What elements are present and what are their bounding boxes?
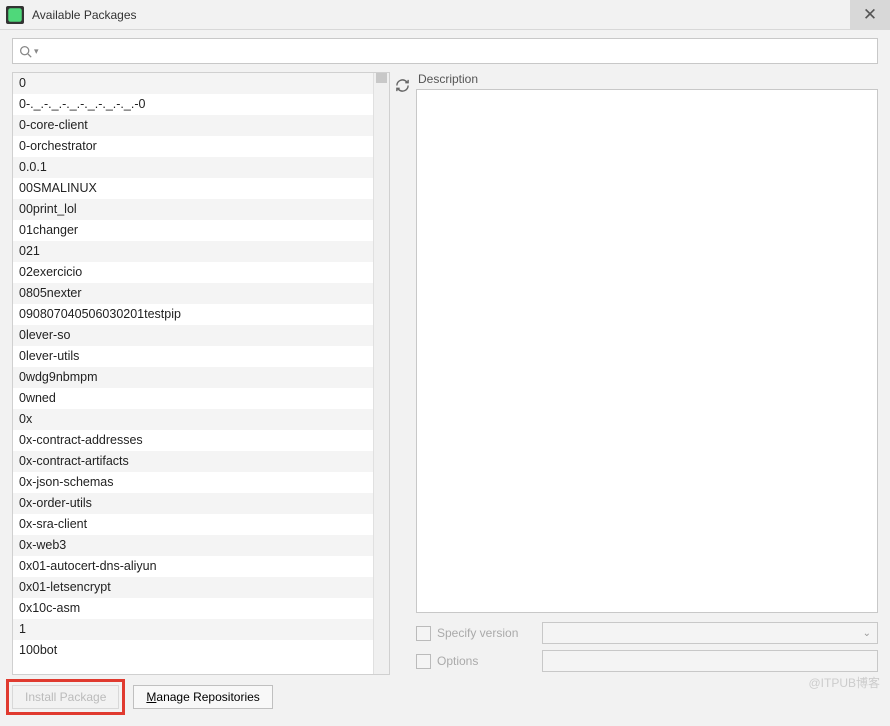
package-list[interactable]: 00-._.-._.-._.-._.-._.-._.-00-core-clien… <box>13 73 373 674</box>
refresh-column <box>390 72 414 675</box>
options-checkbox[interactable] <box>416 654 431 669</box>
search-input[interactable] <box>43 44 871 58</box>
app-icon <box>6 6 24 24</box>
chevron-down-icon: ⌄ <box>863 628 871 639</box>
watermark: @ITPUB博客 <box>808 674 880 691</box>
package-list-wrap: 00-._.-._.-._.-._.-._.-._.-00-core-clien… <box>12 72 390 675</box>
list-item[interactable]: 0x-order-utils <box>13 493 373 514</box>
bottom-bar: Install Package Manage Repositories <box>0 675 890 719</box>
manage-repositories-mnemonic: M <box>146 690 156 704</box>
list-item[interactable]: 0x-contract-addresses <box>13 430 373 451</box>
list-item[interactable]: 0x01-letsencrypt <box>13 577 373 598</box>
list-item[interactable]: 0-._.-._.-._.-._.-._.-._.-0 <box>13 94 373 115</box>
right-bottom: Specify version ⌄ Options <box>416 613 878 675</box>
list-item[interactable]: 021 <box>13 241 373 262</box>
scrollbar[interactable] <box>373 73 389 674</box>
list-item[interactable]: 0x01-autocert-dns-aliyun <box>13 556 373 577</box>
specify-version-row: Specify version ⌄ <box>416 619 878 647</box>
list-item[interactable]: 0805nexter <box>13 283 373 304</box>
titlebar: Available Packages ✕ <box>0 0 890 30</box>
list-item[interactable]: 0x <box>13 409 373 430</box>
manage-repositories-rest: anage Repositories <box>156 690 259 704</box>
list-item[interactable]: 0wdg9nbmpm <box>13 367 373 388</box>
description-box <box>416 89 878 613</box>
search-row: ▾ <box>0 30 890 70</box>
list-item[interactable]: 090807040506030201testpip <box>13 304 373 325</box>
specify-version-label: Specify version <box>437 626 542 640</box>
list-item[interactable]: 100bot <box>13 640 373 661</box>
chevron-down-icon: ▾ <box>34 46 39 57</box>
install-package-button[interactable]: Install Package <box>12 685 119 709</box>
window-title: Available Packages <box>32 8 137 22</box>
description-label: Description <box>416 72 878 86</box>
refresh-icon <box>395 78 410 93</box>
list-item[interactable]: 01changer <box>13 220 373 241</box>
list-item[interactable]: 0wned <box>13 388 373 409</box>
list-item[interactable]: 0 <box>13 73 373 94</box>
left-pane: 00-._.-._.-._.-._.-._.-._.-00-core-clien… <box>12 72 390 675</box>
list-item[interactable]: 00SMALINUX <box>13 178 373 199</box>
options-label: Options <box>437 654 542 668</box>
list-item[interactable]: 0x-sra-client <box>13 514 373 535</box>
list-item[interactable]: 0x-contract-artifacts <box>13 451 373 472</box>
list-item[interactable]: 0x-web3 <box>13 535 373 556</box>
list-item[interactable]: 02exercicio <box>13 262 373 283</box>
list-item[interactable]: 1 <box>13 619 373 640</box>
refresh-button[interactable] <box>391 74 413 96</box>
version-combo[interactable]: ⌄ <box>542 622 878 644</box>
main-area: 00-._.-._.-._.-._.-._.-._.-00-core-clien… <box>0 70 890 675</box>
close-button[interactable]: ✕ <box>850 0 890 30</box>
search-icon <box>19 45 32 58</box>
install-highlight: Install Package <box>6 679 125 715</box>
list-item[interactable]: 0-core-client <box>13 115 373 136</box>
scrollbar-thumb[interactable] <box>376 73 387 83</box>
close-icon: ✕ <box>863 5 877 25</box>
right-pane: Description Specify version ⌄ Options <box>416 72 878 675</box>
list-item[interactable]: 0-orchestrator <box>13 136 373 157</box>
manage-repositories-button[interactable]: Manage Repositories <box>133 685 272 709</box>
list-item[interactable]: 00print_lol <box>13 199 373 220</box>
list-item[interactable]: 0x-json-schemas <box>13 472 373 493</box>
specify-version-checkbox[interactable] <box>416 626 431 641</box>
options-input[interactable] <box>542 650 878 672</box>
search-box[interactable]: ▾ <box>12 38 878 64</box>
list-item[interactable]: 0lever-utils <box>13 346 373 367</box>
list-item[interactable]: 0x10c-asm <box>13 598 373 619</box>
list-item[interactable]: 0.0.1 <box>13 157 373 178</box>
list-item[interactable]: 0lever-so <box>13 325 373 346</box>
options-row: Options <box>416 647 878 675</box>
